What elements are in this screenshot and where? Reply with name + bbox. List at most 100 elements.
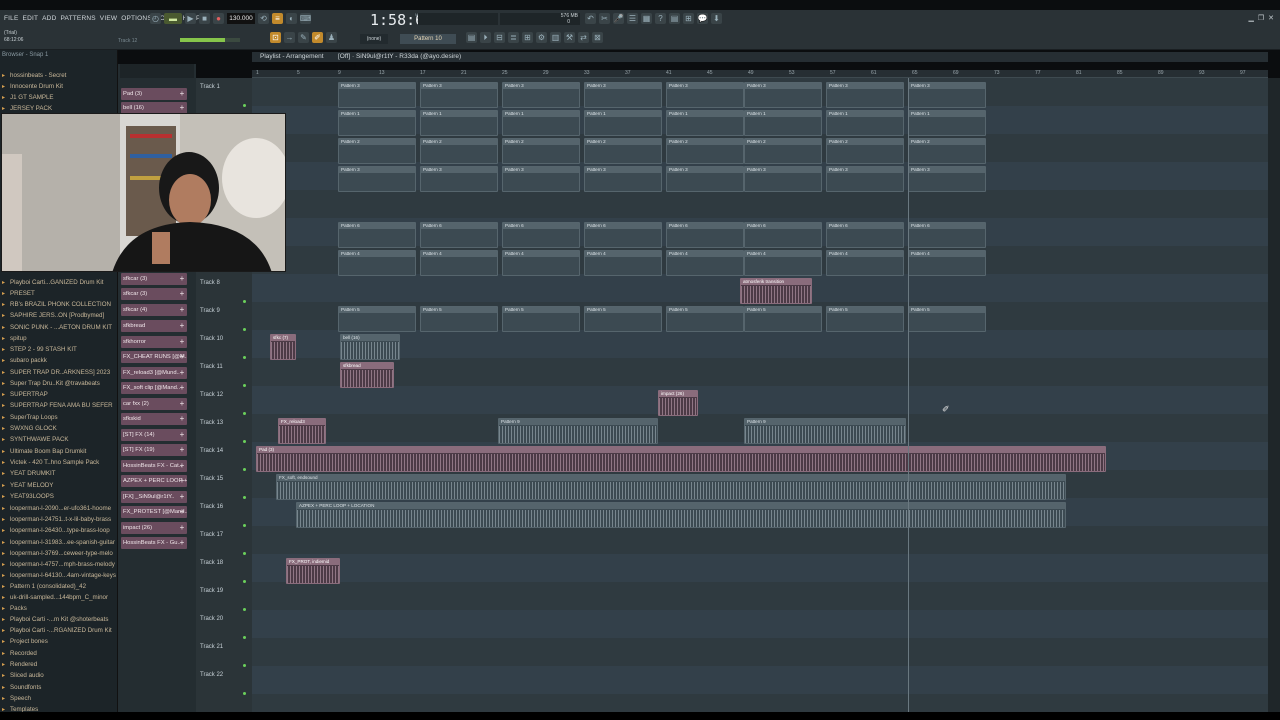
browser-item[interactable]: ▸ Playboi Carti -...RGANIZED Drum Kit — [2, 625, 112, 636]
playlist-grid[interactable]: Pattern 3 Pattern 3 Pattern 3 Pattern 3 Patt… — [252, 78, 1268, 712]
pattern-clip[interactable]: Pattern 3 — [826, 82, 904, 108]
pattern-clip[interactable]: Pattern 4 — [584, 250, 662, 276]
pattern-song-toggle[interactable]: ▬ — [164, 13, 182, 24]
browser-icon[interactable]: ▥ — [550, 32, 561, 43]
track-lane[interactable] — [252, 638, 1268, 666]
track-lane[interactable] — [252, 666, 1268, 694]
pattern-clip[interactable]: Pattern 2 — [666, 138, 744, 164]
browser-item[interactable]: ▸ Super Trap Dru..Kit @travabeats — [2, 378, 100, 389]
audio-clip[interactable]: AZPEX + PERC LOOP + LOCATION — [296, 502, 1066, 528]
pattern-clip[interactable]: Pattern 3 — [908, 166, 986, 192]
track-lane[interactable] — [252, 554, 1268, 582]
pattern-clip[interactable]: Pattern 2 — [420, 138, 498, 164]
channel-add-icon[interactable]: + — [178, 288, 186, 300]
channel-add-icon[interactable]: + — [178, 413, 186, 425]
track-lane[interactable] — [252, 610, 1268, 638]
track-mute-led[interactable] — [243, 524, 246, 527]
tools-icon[interactable]: ⚒ — [564, 32, 575, 43]
pattern-clip[interactable]: Pattern 5 — [826, 306, 904, 332]
track-lane[interactable] — [252, 190, 1268, 218]
stamp-icon[interactable]: ♟ — [326, 32, 337, 43]
pattern-clip[interactable]: Pattern 2 — [338, 138, 416, 164]
pattern-clip[interactable]: Pattern 5 — [338, 306, 416, 332]
pattern-clip[interactable]: Pattern 4 — [744, 250, 822, 276]
pattern-clip[interactable]: Pattern 1 — [420, 110, 498, 136]
channel-add-icon[interactable]: + — [178, 88, 186, 100]
piano-roll-icon[interactable]: ▦ — [641, 13, 652, 24]
step-edit-icon[interactable]: ≡ — [272, 13, 283, 24]
channel-add-icon[interactable]: + — [178, 304, 186, 316]
track-mute-led[interactable] — [243, 440, 246, 443]
channel-add-icon[interactable]: + — [178, 367, 186, 379]
channel-add-icon[interactable]: + — [178, 351, 186, 363]
pattern-clip[interactable]: Pattern 5 — [744, 306, 822, 332]
track-mute-led[interactable] — [243, 692, 246, 695]
browser-item[interactable]: ▸ SWXNG GLOCK — [2, 423, 57, 434]
pattern-clip[interactable]: Pattern 3 — [908, 82, 986, 108]
browser-item[interactable]: ▸ SONIC PUNK - ...AETON DRUM KIT — [2, 322, 112, 333]
pattern-clip[interactable]: Pattern 1 — [908, 110, 986, 136]
link-icon[interactable]: ⇄ — [578, 32, 589, 43]
pattern-clip[interactable]: Pattern 6 — [338, 222, 416, 248]
browser-item[interactable]: ▸ Project bones — [2, 636, 48, 647]
pattern-clip[interactable]: Pattern 5 — [666, 306, 744, 332]
browser-item[interactable]: ▸ looperman-l-3769...ceweer-type-melo — [2, 548, 113, 559]
pattern-clip[interactable]: Pattern 1 — [502, 110, 580, 136]
metronome-icon[interactable]: ◴ — [150, 13, 161, 24]
channel-add-icon[interactable]: + — [178, 320, 186, 332]
help-icon[interactable]: ? — [655, 13, 666, 24]
brush-icon[interactable]: ✐ — [312, 32, 323, 43]
pattern-clip[interactable]: Pattern 1 — [338, 110, 416, 136]
track-mute-led[interactable] — [243, 664, 246, 667]
audio-clip[interactable]: Pattern 9 — [498, 418, 658, 444]
pattern-clip[interactable]: Pattern 3 — [666, 82, 744, 108]
menu-options[interactable]: OPTIONS — [121, 15, 152, 22]
chat-icon[interactable]: 💬 — [697, 13, 708, 24]
browser-item[interactable]: ▸ Speech — [2, 693, 31, 704]
playlist-icon[interactable]: ▤ — [466, 32, 477, 43]
restore-icon[interactable]: ❐ — [1258, 14, 1264, 22]
channel-add-icon[interactable]: + — [178, 336, 186, 348]
browser-item[interactable]: ▸ Soundfonts — [2, 682, 41, 693]
browser-item[interactable]: ▸ looperman-l-64130...4am-vintage-keys — [2, 570, 116, 581]
pattern-clip[interactable]: Pattern 2 — [908, 138, 986, 164]
browser-item[interactable]: ▸ J1 GT SAMPLE — [2, 92, 54, 103]
pattern-clip[interactable]: Pattern 5 — [908, 306, 986, 332]
menu-file[interactable]: FILE — [4, 15, 19, 22]
browser-item[interactable]: ▸ Rendered — [2, 659, 37, 670]
step-seq-icon[interactable]: ⏵ — [480, 32, 491, 43]
pattern-clip[interactable]: Pattern 6 — [744, 222, 822, 248]
microphone-icon[interactable]: 🎤 — [613, 13, 624, 24]
audio-clip[interactable]: atmosferik transition — [740, 278, 812, 304]
pattern-clip[interactable]: Pattern 1 — [666, 110, 744, 136]
pattern-clip[interactable]: Pattern 3 — [744, 166, 822, 192]
browser-item[interactable]: ▸ looperman-l-31983...ee-spanish-guitar — [2, 537, 115, 548]
browser-item[interactable]: ▸ looperman-l-2090...er-ufo361-hoome — [2, 503, 111, 514]
browser-item[interactable]: ▸ PRESET — [2, 288, 35, 299]
browser-item[interactable]: ▸ SUPERTRAP — [2, 389, 48, 400]
pattern-clip[interactable]: Pattern 4 — [826, 250, 904, 276]
pattern-clip[interactable]: Pattern 2 — [744, 138, 822, 164]
track-mute-led[interactable] — [243, 608, 246, 611]
pattern-clip[interactable]: Pattern 3 — [666, 166, 744, 192]
browser-item[interactable]: ▸ SUPER TRAP DR..ARKNESS] 2023 — [2, 367, 110, 378]
audio-clip[interactable]: FX_reload3 — [278, 418, 326, 444]
channel-add-icon[interactable]: + — [178, 537, 186, 549]
pattern-clip[interactable]: Pattern 5 — [420, 306, 498, 332]
menu-edit[interactable]: EDIT — [23, 15, 39, 22]
pattern-clip[interactable]: Pattern 3 — [502, 82, 580, 108]
mixer-icon[interactable]: ⊟ — [494, 32, 505, 43]
track-mute-led[interactable] — [243, 468, 246, 471]
pattern-clip[interactable]: Pattern 6 — [826, 222, 904, 248]
arrow-right-icon[interactable]: → — [284, 32, 295, 43]
pattern-clip[interactable]: Pattern 4 — [420, 250, 498, 276]
track-lane[interactable] — [252, 330, 1268, 358]
track-mute-led[interactable] — [243, 328, 246, 331]
browser-item[interactable]: ▸ subaro packk — [2, 355, 47, 366]
pattern-clip[interactable]: Pattern 3 — [338, 166, 416, 192]
audio-clip[interactable]: sfkc (7) — [270, 334, 296, 360]
pattern-clip[interactable]: Pattern 2 — [502, 138, 580, 164]
browser-item[interactable]: ▸ YEAT DRUMKIT — [2, 468, 56, 479]
audio-clip[interactable]: bell (16) — [340, 334, 400, 360]
pattern-clip[interactable]: Pattern 4 — [666, 250, 744, 276]
